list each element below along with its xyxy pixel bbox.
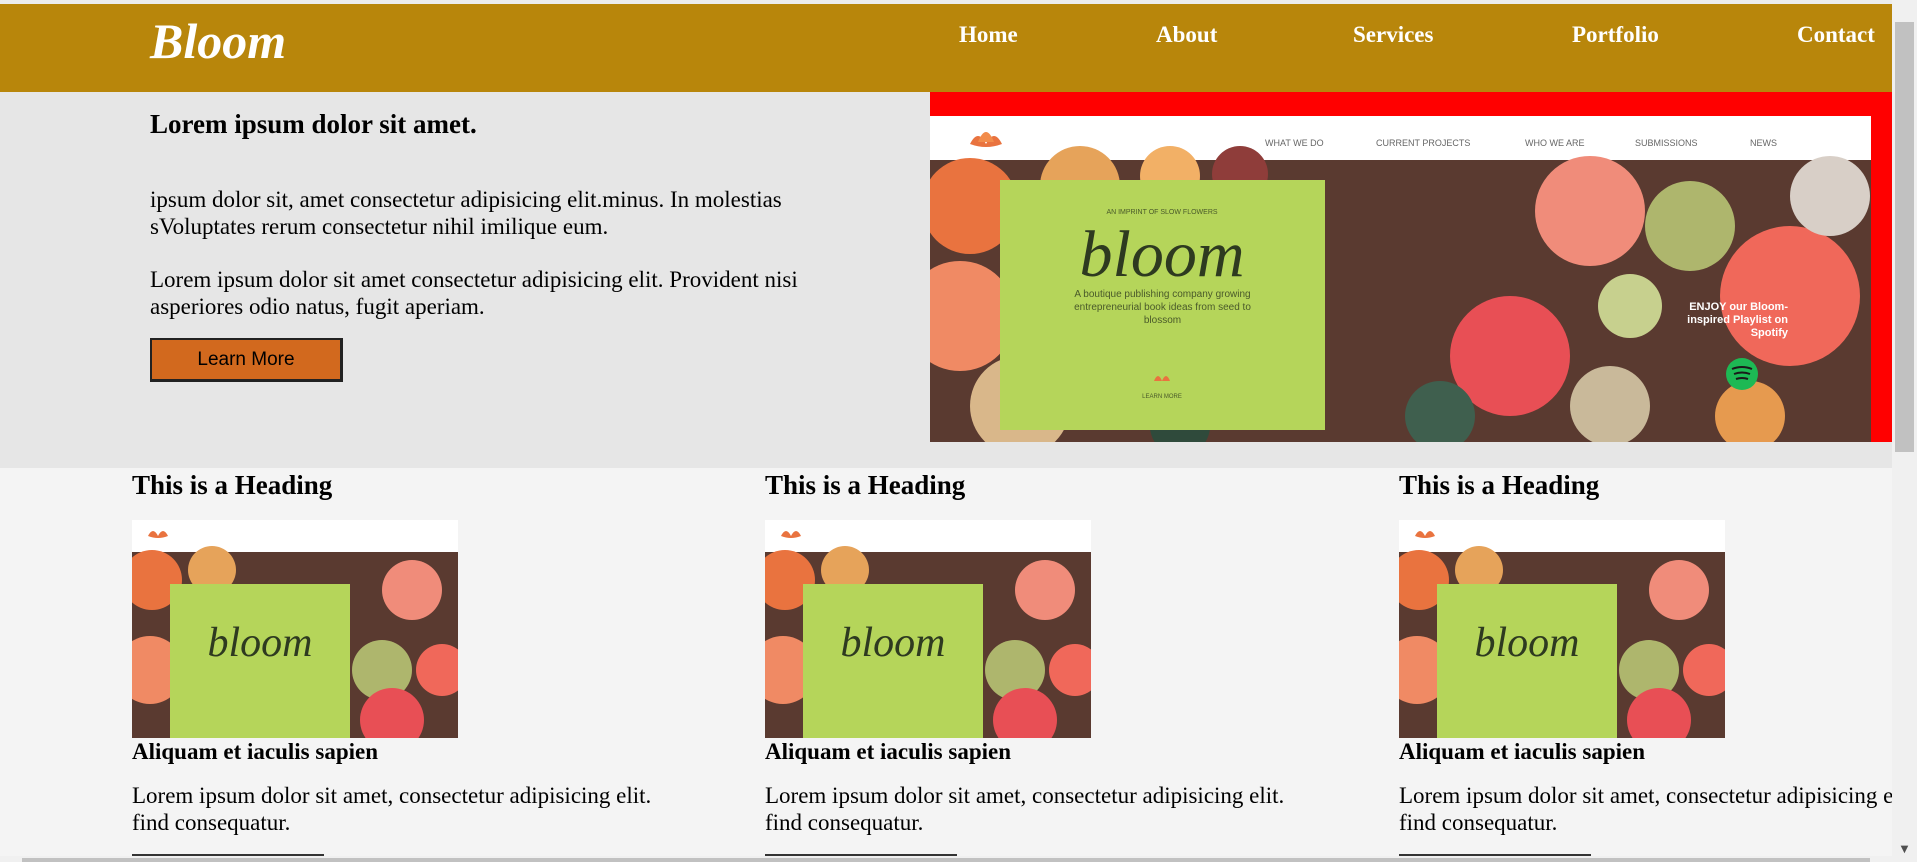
vertical-scrollbar[interactable]: ▼ — [1892, 0, 1917, 862]
image-card-kicker: AN IMPRINT OF SLOW FLOWERS — [1106, 209, 1217, 216]
bloom-thumbnail-image: bloom — [1399, 520, 1725, 738]
hero-image: WHAT WE DO CURRENT PROJECTS WHO WE ARE S… — [930, 116, 1871, 442]
learn-more-button[interactable]: Learn More — [150, 338, 343, 382]
nav-item-home[interactable]: Home — [959, 22, 1018, 48]
image-card-text: A boutique publishing company growing en… — [1074, 289, 1251, 326]
image-nav-5: NEWS — [1750, 138, 1777, 148]
hero-image-frame: WHAT WE DO CURRENT PROJECTS WHO WE ARE S… — [930, 92, 1892, 442]
column-heading: This is a Heading — [1399, 470, 1600, 500]
thumb-title: bloom — [208, 620, 313, 666]
column-image: bloom — [765, 520, 1091, 738]
image-nav-4: SUBMISSIONS — [1635, 138, 1698, 148]
image-nav-2: CURRENT PROJECTS — [1376, 138, 1470, 148]
spotify-icon — [1726, 358, 1758, 390]
bloom-thumbnail-image: bloom — [132, 520, 458, 738]
scroll-down-icon[interactable]: ▼ — [1892, 840, 1917, 858]
horizontal-scroll-thumb[interactable] — [22, 858, 1870, 862]
nav-item-about[interactable]: About — [1156, 22, 1217, 48]
column-image: bloom — [132, 520, 458, 738]
image-card-link: LEARN MORE — [1142, 394, 1182, 400]
nav-item-portfolio[interactable]: Portfolio — [1572, 22, 1659, 48]
hero-paragraph-2: Lorem ipsum dolor sit amet consectetur a… — [150, 267, 798, 319]
image-nav-3: WHO WE ARE — [1525, 138, 1585, 148]
nav-item-contact[interactable]: Contact — [1797, 22, 1875, 48]
column-heading: This is a Heading — [765, 470, 966, 500]
horizontal-scrollbar[interactable] — [0, 856, 1892, 862]
image-card-title: bloom — [1080, 218, 1245, 291]
column-text: Lorem ipsum dolor sit amet, consectetur … — [765, 783, 1285, 835]
column-image: bloom — [1399, 520, 1725, 738]
column-heading: This is a Heading — [132, 470, 333, 500]
column-subheading: Aliquam et iaculis sapien — [765, 739, 1012, 764]
hero-heading: Lorem ipsum dolor sit amet. — [150, 109, 477, 139]
column-text: Lorem ipsum dolor sit amet, consectetur … — [1399, 783, 1917, 835]
bloom-website-image: WHAT WE DO CURRENT PROJECTS WHO WE ARE S… — [930, 116, 1871, 442]
image-spotify-text: ENJOY our Bloom-inspired Playlist on Spo… — [1687, 301, 1788, 339]
column-text: Lorem ipsum dolor sit amet, consectetur … — [132, 783, 652, 835]
site-logo[interactable]: Bloom — [150, 12, 286, 70]
hero-section: Lorem ipsum dolor sit amet. ipsum dolor … — [0, 92, 1892, 468]
thumb-title: bloom — [841, 620, 946, 666]
nav-item-services[interactable]: Services — [1353, 22, 1433, 48]
bloom-thumbnail-image: bloom — [765, 520, 1091, 738]
image-nav-1: WHAT WE DO — [1265, 138, 1324, 148]
column-subheading: Aliquam et iaculis sapien — [132, 739, 379, 764]
column-subheading: Aliquam et iaculis sapien — [1399, 739, 1646, 764]
thumb-title: bloom — [1475, 620, 1580, 666]
vertical-scroll-thumb[interactable] — [1895, 22, 1914, 452]
hero-paragraph-1: ipsum dolor sit, amet consectetur adipis… — [150, 187, 782, 239]
site-header: Bloom Home About Services Portfolio Cont… — [0, 4, 1892, 92]
